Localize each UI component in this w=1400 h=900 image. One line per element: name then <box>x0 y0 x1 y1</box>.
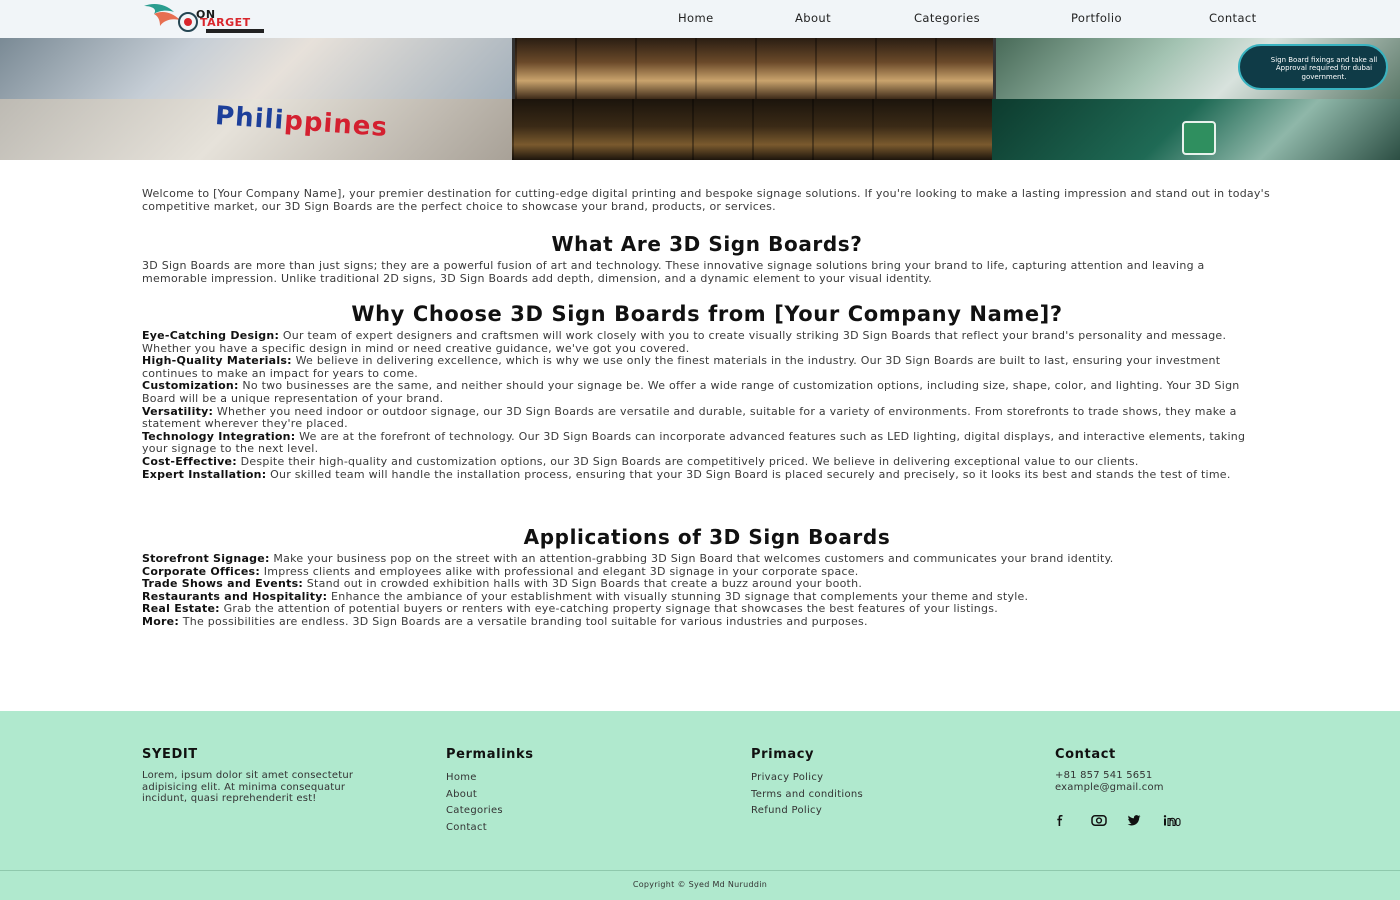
nav-home[interactable]: Home <box>678 11 714 25</box>
linkedin-icon[interactable] <box>1163 813 1199 827</box>
footer-divider <box>0 870 1400 871</box>
banner-philippines-sign: Philippines <box>214 100 389 144</box>
applications-list: Storefront Signage: Make your business p… <box>142 552 1272 629</box>
nav-categories[interactable]: Categories <box>914 11 980 25</box>
list-item: Eye-Catching Design: Our team of expert … <box>142 329 1227 355</box>
social-links <box>1055 813 1199 827</box>
site-header: ON TARGET Home About Categories Portfoli… <box>0 0 1400 38</box>
section-heading-why: Why Choose 3D Sign Boards from [Your Com… <box>351 302 1063 326</box>
list-item: Customization: No two businesses are the… <box>142 379 1240 405</box>
bird-logo-icon <box>144 4 198 32</box>
footer-link-contact[interactable]: Contact <box>446 822 487 833</box>
banner-photo-storefront <box>515 38 993 99</box>
intro-paragraph: Welcome to [Your Company Name], your pre… <box>142 187 1270 213</box>
nav-portfolio[interactable]: Portfolio <box>1071 11 1122 25</box>
list-item: More: The possibilities are endless. 3D … <box>142 614 868 628</box>
list-item: Versatility: Whether you need indoor or … <box>142 404 1237 431</box>
footer-link-privacy[interactable]: Privacy Policy <box>751 772 823 783</box>
banner-green-sign <box>1182 121 1216 155</box>
instagram-icon[interactable] <box>1091 813 1127 827</box>
banner-speech-bubble: Sign Board fixings and take all Approval… <box>1238 44 1388 90</box>
banner-photo-shop-signage: Sign Board fixings and take all Approval… <box>996 38 1400 99</box>
banner-photo-installation <box>0 38 512 99</box>
list-item: Expert Installation: Our skilled team wi… <box>142 467 1231 481</box>
footer-about-column: SYEDIT Lorem, ipsum dolor sit amet conse… <box>142 747 372 805</box>
why-list: Eye-Catching Design: Our team of expert … <box>142 329 1272 481</box>
banner-bubble-text: Sign Board fixings and take all Approval… <box>1270 56 1378 81</box>
footer-link-terms[interactable]: Terms and conditions <box>751 789 863 800</box>
footer-policy-column: Primacy Privacy Policy Terms and conditi… <box>751 747 981 820</box>
site-footer: SYEDIT Lorem, ipsum dolor sit amet conse… <box>0 711 1400 900</box>
footer-link-refund[interactable]: Refund Policy <box>751 805 822 816</box>
banner-photo-exhibition-booth: Philippines <box>0 99 512 160</box>
site-logo[interactable]: ON TARGET <box>140 0 270 36</box>
footer-contact-title: Contact <box>1055 747 1116 762</box>
footer-permalinks-column: Permalinks Home About Categories Contact <box>446 747 676 837</box>
nav-contact[interactable]: Contact <box>1209 11 1257 25</box>
facebook-icon[interactable] <box>1055 813 1091 827</box>
what-paragraph: 3D Sign Boards are more than just signs;… <box>142 259 1205 285</box>
logo-text-target: TARGET <box>200 16 251 29</box>
nav-about[interactable]: About <box>795 11 831 25</box>
footer-policy-title: Primacy <box>751 747 815 762</box>
twitter-icon[interactable] <box>1127 813 1163 827</box>
footer-link-about[interactable]: About <box>446 789 477 800</box>
banner-photo-night-facade <box>512 99 992 160</box>
banner-photo-green-booth <box>992 99 1400 160</box>
list-item: Technology Integration: We are at the fo… <box>142 429 1246 456</box>
footer-permalinks-title: Permalinks <box>446 747 534 762</box>
footer-brand-title: SYEDIT <box>142 747 198 762</box>
footer-link-home[interactable]: Home <box>446 772 477 783</box>
list-item: High-Quality Materials: We believe in de… <box>142 354 1221 380</box>
section-heading-what: What Are 3D Sign Boards? <box>551 232 863 256</box>
section-heading-applications: Applications of 3D Sign Boards <box>523 525 891 549</box>
copyright-text: Copyright © Syed Md Nuruddin <box>632 880 768 889</box>
hero-banner-collage: Sign Board fixings and take all Approval… <box>0 38 1400 160</box>
logo-underline <box>206 29 264 33</box>
footer-about-text: Lorem, ipsum dolor sit amet consectetur … <box>142 770 354 804</box>
footer-phone: +81 857 541 5651 <box>1055 770 1153 781</box>
footer-contact-column: Contact +81 857 541 5651 example@gmail.c… <box>1055 747 1285 826</box>
footer-email[interactable]: example@gmail.com <box>1055 782 1285 794</box>
footer-link-categories[interactable]: Categories <box>446 805 503 816</box>
